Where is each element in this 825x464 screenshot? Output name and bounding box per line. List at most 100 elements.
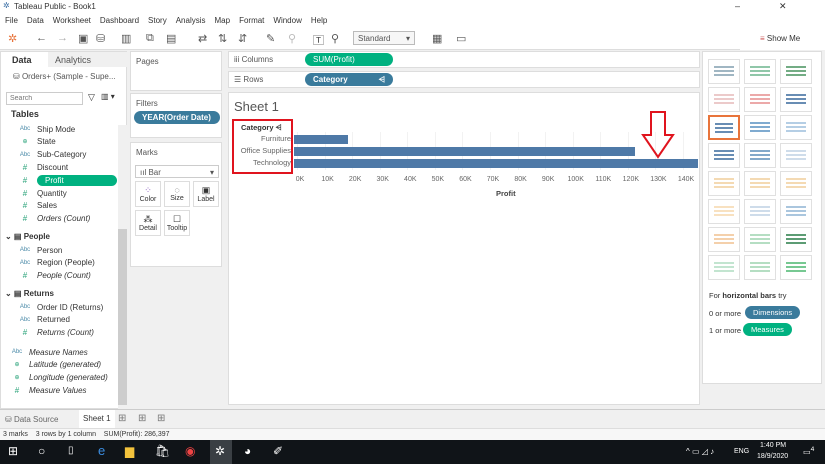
presentation-icon[interactable]: ▭: [456, 32, 466, 45]
show-me-chart-option[interactable]: [708, 143, 740, 168]
show-me-chart-option[interactable]: [744, 115, 776, 140]
color-button[interactable]: ⁘ Color: [135, 181, 161, 207]
menu-analysis[interactable]: Analysis: [176, 14, 206, 28]
show-me-chart-option[interactable]: [780, 143, 812, 168]
field-sales[interactable]: # Sales: [13, 200, 57, 212]
show-me-button[interactable]: ≡ Show Me: [740, 33, 825, 50]
field-people-count-[interactable]: # People (Count): [13, 270, 91, 282]
filter-pill-year-order-date[interactable]: YEAR(Order Date): [134, 111, 220, 124]
sort-asc-icon[interactable]: ⇅: [218, 32, 227, 45]
show-me-chart-option[interactable]: [708, 59, 740, 84]
field-person[interactable]: Abc Person: [13, 244, 63, 256]
show-me-chart-option[interactable]: [708, 255, 740, 280]
explorer-icon[interactable]: ▆: [125, 444, 134, 458]
duplicate-icon[interactable]: ⧉: [146, 32, 154, 45]
tab-data[interactable]: Data: [12, 55, 32, 65]
scrollbar[interactable]: [118, 125, 127, 409]
show-me-chart-option[interactable]: [708, 115, 740, 140]
paint-icon[interactable]: ✐: [273, 444, 283, 458]
field-region-people-[interactable]: Abc Region (People): [13, 257, 95, 269]
new-worksheet-icon[interactable]: ▥: [121, 32, 131, 45]
columns-pill-sum-profit[interactable]: SUM(Profit): [305, 53, 393, 66]
show-me-chart-option[interactable]: [744, 143, 776, 168]
chrome-icon[interactable]: ◉: [185, 444, 195, 458]
rows-shelf[interactable]: ☰ Rows: [228, 71, 700, 88]
search-taskbar-icon[interactable]: ○: [38, 444, 45, 458]
label-button[interactable]: ▣ Label: [193, 181, 219, 207]
field-returned[interactable]: Abc Returned: [13, 314, 70, 326]
view-options-icon[interactable]: ▥ ▾: [101, 92, 115, 101]
pin-icon[interactable]: ⚲: [331, 32, 339, 45]
field-returns-count-[interactable]: # Returns (Count): [13, 327, 94, 339]
table-returns_label[interactable]: ⌄ ▤ Returns: [5, 289, 54, 298]
show-me-chart-option[interactable]: [708, 227, 740, 252]
field-orders-count-[interactable]: # Orders (Count): [13, 213, 91, 225]
tray-icons[interactable]: ^ ▭ ◿ ♪: [686, 447, 714, 456]
language-indicator[interactable]: ENG: [734, 448, 749, 455]
clear-sheet-icon[interactable]: ▤: [166, 32, 176, 45]
show-me-chart-option[interactable]: [744, 171, 776, 196]
show-me-chart-option[interactable]: [744, 59, 776, 84]
show-me-chart-option[interactable]: [744, 199, 776, 224]
menu-data[interactable]: Data: [27, 14, 44, 28]
show-me-chart-option[interactable]: [708, 171, 740, 196]
show-me-chart-option[interactable]: [708, 199, 740, 224]
new-worksheet-tab-icon[interactable]: ⊞: [118, 413, 126, 424]
field-profit[interactable]: # Profit: [13, 174, 117, 186]
field-order-id-returns-[interactable]: Abc Order ID (Returns): [13, 301, 103, 313]
field-ship-mode[interactable]: Abc Ship Mode: [13, 123, 75, 135]
show-me-chart-option[interactable]: [780, 227, 812, 252]
new-datasource-icon[interactable]: ⛁: [96, 32, 105, 45]
bar-office-supplies[interactable]: [294, 147, 635, 156]
mark-type-select[interactable]: ııl Bar ▾: [135, 165, 219, 178]
table-people_label[interactable]: ⌄ ▤ People: [5, 232, 50, 241]
pages-card[interactable]: Pages: [130, 51, 222, 91]
field-sub-category[interactable]: Abc Sub-Category: [13, 149, 87, 161]
field-measure-values[interactable]: # Measure Values: [5, 384, 87, 396]
tooltip-button[interactable]: ☐ Tooltip: [164, 210, 190, 236]
app-icon[interactable]: ◕: [244, 444, 251, 458]
close-button[interactable]: ✕: [779, 1, 787, 12]
store-icon[interactable]: 🛍: [155, 444, 170, 458]
highlight-icon[interactable]: ✎: [266, 32, 275, 45]
menu-window[interactable]: Window: [273, 14, 301, 28]
save-icon[interactable]: ▣: [78, 32, 88, 45]
show-me-chart-option[interactable]: [780, 87, 812, 112]
size-button[interactable]: ◌ Size: [164, 181, 190, 207]
menu-story[interactable]: Story: [148, 14, 167, 28]
start-icon[interactable]: ⊞: [8, 444, 18, 458]
menu-map[interactable]: Map: [215, 14, 231, 28]
row-header-category[interactable]: Category ⩤: [241, 123, 282, 133]
search-input[interactable]: [6, 92, 83, 105]
menu-help[interactable]: Help: [311, 14, 327, 28]
menu-dashboard[interactable]: Dashboard: [100, 14, 139, 28]
label-icon[interactable]: 🅃: [313, 32, 324, 48]
redo-icon[interactable]: →: [57, 32, 68, 44]
datasource-item[interactable]: ⛁ Orders+ (Sample - Supe...: [13, 72, 116, 81]
menu-worksheet[interactable]: Worksheet: [53, 14, 91, 28]
swap-icon[interactable]: ⇄: [198, 32, 207, 45]
task-view-icon[interactable]: ▯: [68, 445, 74, 456]
bar-furniture[interactable]: [294, 135, 348, 144]
sort-desc-icon[interactable]: ⇵: [238, 32, 247, 45]
chart-icon[interactable]: ▦: [432, 32, 442, 45]
new-dashboard-tab-icon[interactable]: ⊞: [138, 413, 146, 424]
filter-icon[interactable]: ▽: [88, 92, 95, 103]
bar-technology[interactable]: [294, 159, 699, 168]
undo-icon[interactable]: ←: [36, 32, 47, 44]
show-me-chart-option[interactable]: [744, 227, 776, 252]
field-measure-names[interactable]: Abc Measure Names: [5, 346, 88, 358]
show-me-chart-option[interactable]: [744, 87, 776, 112]
field-longitude-generated-[interactable]: ⊕ Longitude (generated): [5, 372, 107, 384]
new-story-tab-icon[interactable]: ⊞: [157, 413, 165, 424]
edge-icon[interactable]: e: [98, 443, 105, 458]
clock-date[interactable]: 18/9/2020: [757, 453, 788, 460]
field-discount[interactable]: # Discount: [13, 161, 68, 173]
group-icon[interactable]: ⚲: [288, 32, 296, 45]
tableau-logo-icon[interactable]: ✲: [8, 32, 17, 45]
field-quantity[interactable]: # Quantity: [13, 187, 67, 199]
field-state[interactable]: ⊕ State: [13, 136, 55, 148]
field-latitude-generated-[interactable]: ⊕ Latitude (generated): [5, 359, 101, 371]
show-me-chart-option[interactable]: [780, 115, 812, 140]
tab-data-source[interactable]: ⛁ Data Source: [5, 415, 58, 424]
